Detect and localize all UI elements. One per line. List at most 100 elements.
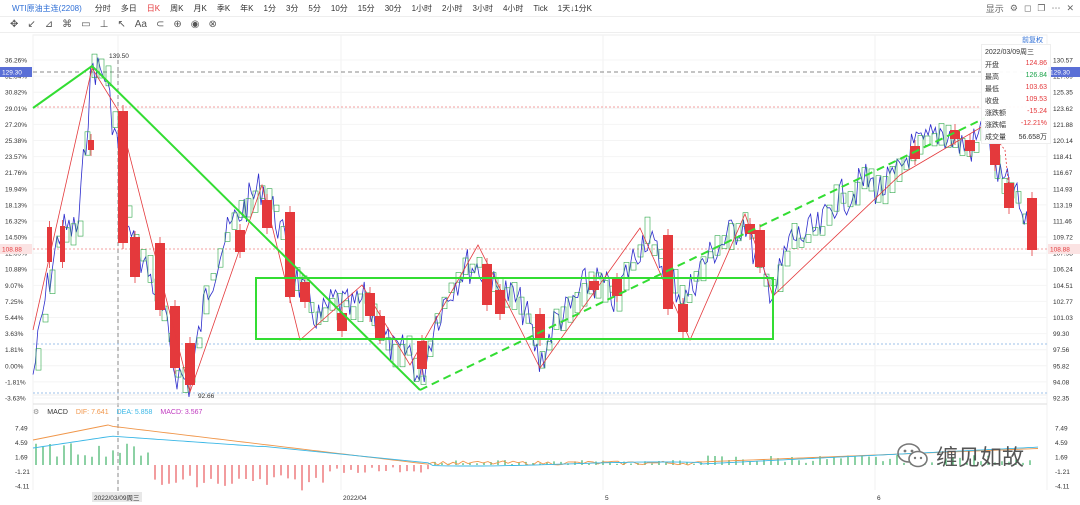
- right-axis-label: 130.57: [1053, 58, 1073, 65]
- settings-icon[interactable]: ⚙: [33, 408, 39, 416]
- left-axis-label: 23.57%: [5, 154, 27, 161]
- kline-box: [651, 244, 658, 256]
- kline-chart[interactable]: 36.26%32.64%30.82%29.01%27.20%25.38%23.5…: [0, 33, 1080, 503]
- period-tick[interactable]: Tick: [528, 4, 552, 13]
- time-label-2: 5: [605, 495, 609, 502]
- settings-icon[interactable]: ⚙: [1010, 3, 1018, 14]
- kline-box: [525, 313, 532, 324]
- period-5min[interactable]: 5分: [303, 3, 325, 14]
- macd-value: MACD: 3.567: [160, 408, 203, 416]
- kline-box: [196, 337, 203, 349]
- delete-icon[interactable]: ⊗: [208, 19, 216, 30]
- macd-left-axis-label: -4.11: [15, 484, 30, 491]
- kline-box: [210, 273, 217, 281]
- left-axis-label: 21.76%: [5, 170, 27, 177]
- chart-area[interactable]: 36.26% 32.64% 30.82% 29.01% 27.20% 25.38% 23.5…: [0, 33, 1080, 503]
- watermark: 缠见如故: [896, 440, 1024, 472]
- candle-body: [1027, 198, 1037, 250]
- arrow-tool-icon[interactable]: ↖: [117, 19, 125, 30]
- period-3min[interactable]: 3分: [281, 3, 303, 14]
- candle-body: [375, 316, 385, 338]
- right-axis-label: 99.30: [1053, 331, 1070, 338]
- crosshair-right-tag: 129.30: [1050, 70, 1070, 77]
- move-icon[interactable]: ✥: [10, 19, 18, 30]
- left-axis-label: 29.01%: [5, 106, 27, 113]
- left-axis-label: 27.20%: [5, 122, 27, 129]
- right-axis-label: 123.62: [1053, 106, 1073, 113]
- period-15min[interactable]: 15分: [353, 3, 380, 14]
- line-tool-icon[interactable]: ↙: [27, 19, 35, 30]
- close-icon[interactable]: ✕: [1066, 3, 1074, 14]
- text-tool-icon[interactable]: Aa: [135, 19, 147, 30]
- right-axis-label: 116.67: [1053, 170, 1073, 177]
- left-axis-label: 18.13%: [5, 202, 27, 209]
- period-duori[interactable]: 多日: [116, 3, 142, 14]
- right-axis-label: 118.41: [1053, 154, 1073, 161]
- low-mark: 92.66: [198, 393, 215, 400]
- pattern-tool-icon[interactable]: ⌘: [62, 19, 72, 30]
- candle-body: [417, 341, 427, 369]
- period-1hour[interactable]: 1小时: [407, 3, 437, 14]
- macd-right-axis-label: 4.59: [1055, 440, 1068, 447]
- time-label-3: 6: [877, 495, 881, 502]
- lock-icon[interactable]: ⊕: [173, 19, 181, 30]
- left-axis-label: -1.81%: [5, 379, 26, 386]
- right-axis-label: 95.82: [1053, 363, 1070, 370]
- left-axis-label: -3.63%: [5, 396, 26, 403]
- right-axis-label: 97.56: [1053, 347, 1070, 354]
- time-label-1: 2022/04: [343, 495, 367, 502]
- magnet-icon[interactable]: ⊂: [156, 19, 164, 30]
- camera-icon[interactable]: ◻: [1024, 3, 1031, 14]
- crosshair-left-tag: 129.30: [2, 70, 22, 77]
- period-month[interactable]: 月K: [188, 3, 211, 14]
- more-icon[interactable]: ⋯: [1051, 3, 1060, 14]
- pivot-zone: [255, 277, 774, 340]
- candle-body: [130, 237, 140, 277]
- kline-box: [35, 348, 42, 371]
- right-axis-label: 120.14: [1053, 138, 1073, 145]
- left-axis-label: 36.26%: [5, 58, 27, 65]
- kline-box: [574, 291, 581, 314]
- copy-icon[interactable]: ❐: [1037, 3, 1045, 14]
- eye-icon[interactable]: ◉: [191, 19, 200, 30]
- period-4hour[interactable]: 4小时: [498, 3, 528, 14]
- right-axis-label: 109.72: [1053, 235, 1073, 242]
- period-week[interactable]: 周K: [165, 3, 188, 14]
- channel-tool-icon[interactable]: ⊿: [45, 19, 53, 30]
- candle-body: [589, 281, 599, 290]
- shape-tool-icon[interactable]: ▭: [81, 19, 90, 30]
- left-axis-label: 19.94%: [5, 186, 27, 193]
- last-right-tag: 108.88: [1050, 247, 1070, 254]
- right-axis-label: 102.77: [1053, 299, 1073, 306]
- candle-body: [60, 226, 65, 262]
- candle-body: [170, 306, 180, 368]
- candle-body: [155, 243, 165, 310]
- period-2hour[interactable]: 2小时: [437, 3, 467, 14]
- period-day[interactable]: 日K: [142, 3, 165, 14]
- macd-right-axis-label: 1.69: [1055, 455, 1068, 462]
- period-year[interactable]: 年K: [235, 3, 258, 14]
- macd-label[interactable]: MACD: [47, 409, 68, 416]
- measure-tool-icon[interactable]: ⊥: [100, 19, 109, 30]
- period-3hour[interactable]: 3小时: [468, 3, 498, 14]
- right-axis-label: 111.46: [1053, 218, 1072, 225]
- period-custom[interactable]: 1天↓1分K: [553, 3, 597, 14]
- macd-dea: DEA: 5.858: [116, 408, 153, 416]
- period-10min[interactable]: 10分: [326, 3, 353, 14]
- candle-body: [495, 290, 505, 314]
- period-1min[interactable]: 1分: [259, 3, 281, 14]
- display-dropdown[interactable]: 显示: [986, 2, 1004, 15]
- macd-dif-line: [32, 424, 1039, 466]
- ticker-label[interactable]: WTI原油主连(2208): [0, 3, 90, 14]
- right-axis-label: 94.08: [1053, 379, 1070, 386]
- right-axis-label: 113.19: [1053, 202, 1073, 209]
- right-axis-label: 106.24: [1053, 267, 1073, 274]
- ohlc-panel: 2022/03/09周三 开盘 124.86 最高 126.84 最低 103.63 …: [981, 44, 1051, 144]
- left-axis-label: 16.32%: [5, 218, 27, 225]
- ohlc-date: 2022/03/09周三: [985, 49, 1035, 56]
- macd-left-axis-label: 1.69: [15, 455, 28, 462]
- left-axis-label: 30.82%: [5, 90, 27, 97]
- period-30min[interactable]: 30分: [380, 3, 407, 14]
- period-season[interactable]: 季K: [212, 3, 235, 14]
- period-fenshi[interactable]: 分时: [90, 3, 116, 14]
